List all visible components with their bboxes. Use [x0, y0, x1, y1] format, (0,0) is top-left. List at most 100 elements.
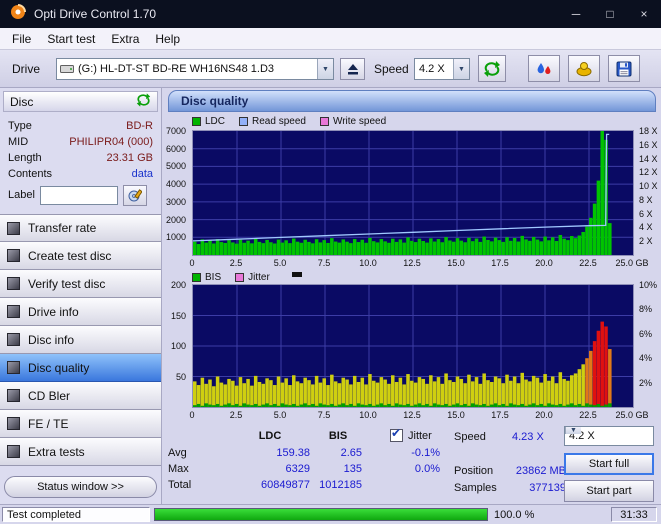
chart2-x-labels: 0 2.5 5.0 7.5 10.0 12.5 15.0 17.5 20.0 22.5 25.0 G… — [189, 410, 649, 420]
title-bar[interactable]: Opti Drive Control 1.70 ─ □ × — [0, 0, 661, 28]
stats-panel: LDC BIS ✔ Jitter Speed 4.23 X 4.2 X ▼ Po… — [162, 422, 661, 504]
chart2-legend: BIS Jitter — [192, 271, 270, 284]
jitter-checkbox[interactable]: ✔ — [390, 426, 403, 442]
menu-bar: File Start test Extra Help — [0, 28, 661, 50]
chart1-x-labels: 0 2.5 5.0 7.5 10.0 12.5 15.0 17.5 20.0 22.5 25.0 G… — [189, 258, 649, 268]
fe-te-icon — [7, 417, 20, 430]
sidebar-item-transfer-rate[interactable]: Transfer rate — [0, 214, 161, 242]
write-speed-swatch-icon — [319, 117, 329, 126]
transfer-rate-icon — [7, 221, 20, 235]
sidebar-item-drive-info[interactable]: Drive info — [0, 298, 161, 326]
disc-info-value-contents[interactable]: data — [132, 168, 153, 180]
main-panel: Disc quality LDC Read speed Write speed 70… — [162, 88, 661, 504]
position-value: 23862 MB — [515, 465, 566, 477]
stats-bis-avg: 2.65 — [340, 447, 362, 459]
stats-row-max: Max — [168, 463, 189, 475]
ldc-chart — [192, 130, 634, 256]
speed-select-toolbar[interactable]: 4.2 X ▼ — [414, 58, 470, 80]
stats-ldc-max: 6329 — [285, 463, 310, 475]
status-window-button[interactable]: Status window >> — [4, 476, 157, 498]
chart2-y-right-labels: 10% 8% 6% 4% 2% — [639, 280, 658, 388]
drive-icon — [57, 63, 74, 75]
maximize-button[interactable]: □ — [593, 0, 627, 28]
legend-jitter: Jitter — [235, 272, 270, 283]
bis-swatch-icon — [192, 273, 201, 282]
stats-ldc-total: 60849877 — [261, 479, 310, 491]
read-speed-swatch-icon — [239, 117, 249, 126]
speed-stat-label: Speed — [454, 431, 486, 443]
eject-button[interactable] — [340, 58, 365, 80]
chevron-down-icon[interactable]: ▼ — [317, 59, 333, 79]
sidebar-item-create-test-disc[interactable]: Create test disc — [0, 242, 161, 270]
sidebar-item-cd-bler[interactable]: CD Bler — [0, 382, 161, 410]
progress-bar — [154, 508, 488, 521]
drive-select[interactable]: (G:) HL-DT-ST BD-RE WH16NS48 1.D3 ▼ — [56, 58, 334, 80]
create-test-disc-icon — [7, 249, 20, 262]
refresh-disc-icon[interactable] — [136, 93, 151, 110]
status-text: Test completed — [2, 507, 150, 522]
chart1-y-right-labels: 18 X 16 X 14 X 12 X 10 X8 X6 X4 X2 X — [639, 126, 658, 247]
menu-extra[interactable]: Extra — [103, 29, 147, 49]
start-part-button[interactable]: Start part — [564, 480, 654, 502]
disc-info: Type BD-R MID PHILIPR04 (000) Length 23.31 GB… — [0, 118, 161, 182]
stats-jitter-avg: -0.1% — [411, 447, 440, 459]
stats-bis-max: 135 — [343, 463, 362, 475]
app-icon — [10, 3, 26, 25]
donate-button[interactable] — [568, 55, 600, 82]
label-row: Label — [0, 184, 161, 208]
minimize-button[interactable]: ─ — [559, 0, 593, 28]
sidebar-item-extra-tests[interactable]: Extra tests — [0, 438, 161, 466]
drive-info-icon — [7, 305, 20, 318]
legend-ldc: LDC — [192, 116, 225, 127]
legend-read-speed: Read speed — [239, 116, 306, 127]
chevron-down-icon[interactable]: ▼ — [565, 427, 581, 434]
panel-header: Disc quality — [168, 90, 656, 112]
disc-info-icon — [7, 333, 20, 346]
disc-info-contents: Contents data — [8, 168, 153, 180]
elapsed-time: 31:33 — [611, 507, 657, 522]
bis-column-header: BIS — [328, 430, 348, 442]
disc-info-type: Type BD-R — [8, 120, 153, 132]
legend-bis: BIS — [192, 272, 221, 283]
menu-start-test[interactable]: Start test — [39, 29, 103, 49]
sidebar-item-disc-quality[interactable]: Disc quality — [0, 354, 161, 382]
save-button[interactable] — [608, 55, 640, 82]
label-input[interactable] — [40, 186, 118, 205]
sidebar-item-disc-info[interactable]: Disc info — [0, 326, 161, 354]
menu-help[interactable]: Help — [147, 29, 188, 49]
stats-bis-total: 1012185 — [319, 479, 362, 491]
label-caption: Label — [8, 189, 35, 201]
progress-fill — [155, 509, 487, 520]
chevron-down-icon[interactable]: ▼ — [453, 59, 469, 79]
close-button[interactable]: × — [627, 0, 661, 28]
drive-select-value: (G:) HL-DT-ST BD-RE WH16NS48 1.D3 — [78, 63, 275, 75]
label-edit-button[interactable] — [123, 185, 147, 206]
stats-row-avg: Avg — [168, 447, 187, 459]
sidebar-item-verify-test-disc[interactable]: Verify test disc — [0, 270, 161, 298]
refresh-button[interactable] — [478, 55, 506, 82]
stats-row-total: Total — [168, 479, 192, 491]
legend-write-speed: Write speed — [319, 116, 386, 127]
jitter-swatch-icon — [235, 273, 245, 282]
speed-select[interactable]: 4.2 X ▼ — [564, 426, 654, 446]
start-full-button[interactable]: Start full — [564, 453, 654, 475]
graph-colors-button[interactable] — [528, 55, 560, 82]
samples-value: 377139 — [529, 482, 566, 494]
disc-info-value-length: 23.31 GB — [106, 152, 153, 164]
eject-icon — [347, 64, 358, 75]
check-icon: ✔ — [391, 426, 402, 440]
disc-quality-icon — [7, 361, 20, 374]
progress-percent: 100.0 % — [494, 509, 535, 521]
extra-tests-icon — [7, 445, 20, 458]
cd-bler-icon — [7, 389, 20, 402]
drive-label: Drive — [12, 62, 41, 76]
chart1-legend: LDC Read speed Write speed — [192, 115, 386, 128]
sidebar-item-fe-te[interactable]: FE / TE — [0, 410, 161, 438]
sidebar-nav: Transfer rate Create test disc Verify test… — [0, 214, 161, 466]
chart1-y-left-labels: 7000 6000 5000 4000 3000 2000 1000 — [165, 126, 186, 243]
chart2-y-left-labels: 200 150 100 50 — [170, 280, 186, 382]
save-icon — [616, 61, 632, 76]
legend-marker — [292, 272, 302, 277]
disc-section-header: Disc — [3, 91, 158, 112]
menu-file[interactable]: File — [4, 29, 39, 49]
